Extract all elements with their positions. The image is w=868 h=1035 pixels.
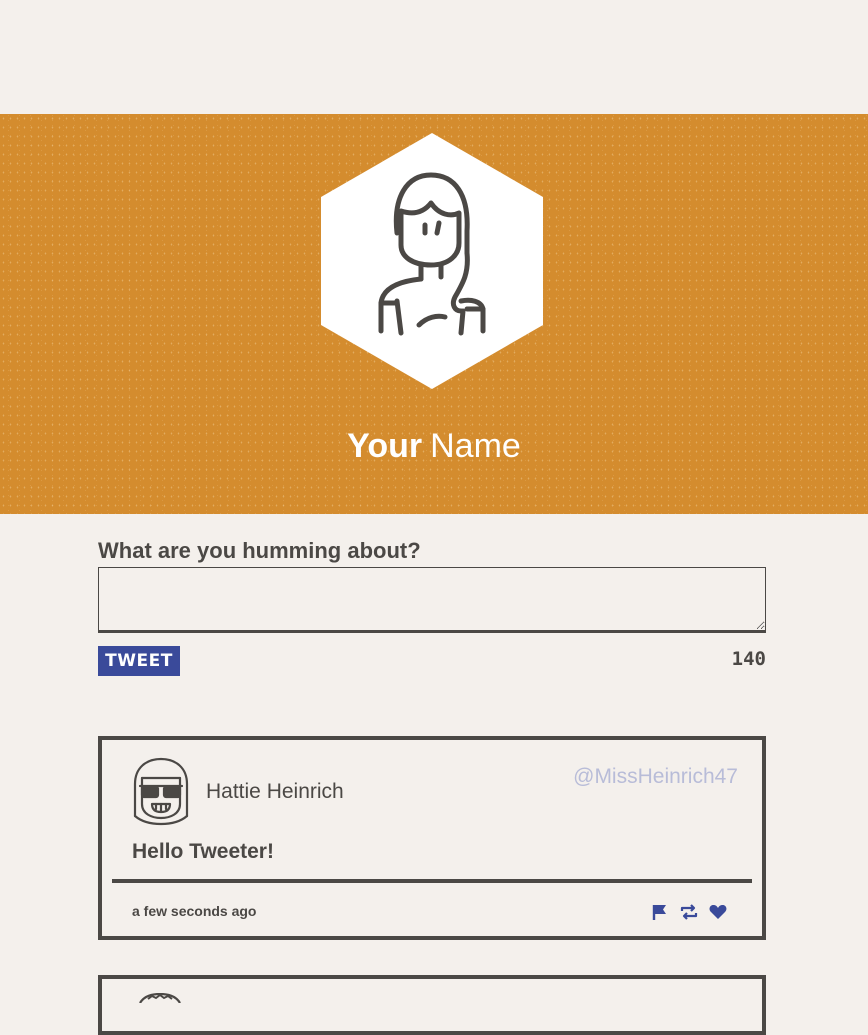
tweet-card xyxy=(98,975,766,1035)
profile-avatar xyxy=(321,133,543,389)
profile-last-name: Name xyxy=(430,427,521,465)
tweet-user-name[interactable]: Hattie Heinrich xyxy=(206,780,344,804)
heart-icon[interactable] xyxy=(708,902,728,922)
tweet-textarea[interactable] xyxy=(98,567,766,633)
tweet-divider xyxy=(112,879,752,883)
profile-header: Your Name xyxy=(0,114,868,514)
tweet-button[interactable]: TWEET xyxy=(98,646,180,676)
tweet-text: Hello Tweeter! xyxy=(132,840,274,863)
sunglasses-avatar-icon xyxy=(133,757,189,826)
compose-label: What are you humming about? xyxy=(98,538,421,563)
tweet-card: Hattie Heinrich @MissHeinrich47 Hello Tw… xyxy=(98,736,766,940)
profile-display-name: Your Name xyxy=(0,426,868,466)
flag-icon[interactable] xyxy=(650,902,670,922)
profile-first-name: Your xyxy=(347,427,423,465)
char-counter: 140 xyxy=(731,648,766,670)
tweet-user-handle[interactable]: @MissHeinrich47 xyxy=(573,765,738,789)
avatar-icon xyxy=(139,993,181,1003)
tweet-timestamp: a few seconds ago xyxy=(132,903,257,919)
retweet-icon[interactable] xyxy=(679,902,699,922)
tweet-actions xyxy=(650,902,728,922)
